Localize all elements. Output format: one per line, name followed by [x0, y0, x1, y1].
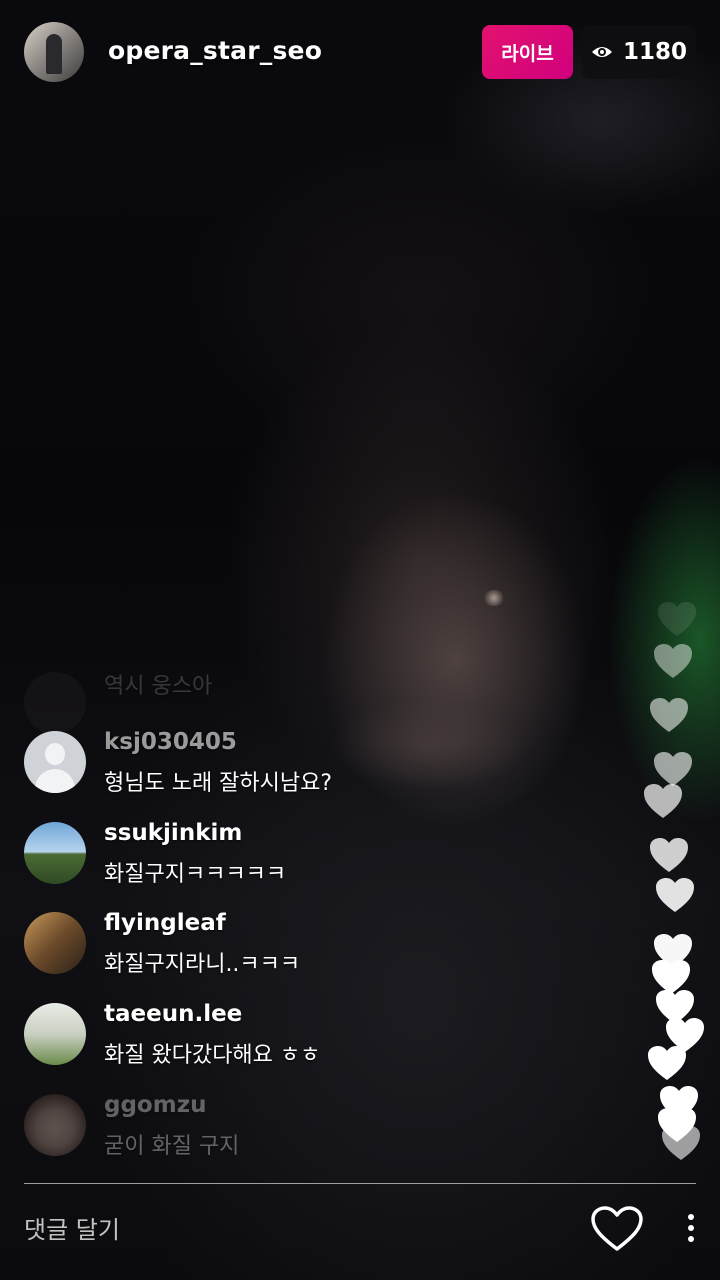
live-header: opera_star_seo 라이브 1180 — [0, 0, 720, 110]
live-badge-label: 라이브 — [501, 42, 554, 65]
comment-text: 화질 왔다갔다해요 ㅎㅎ — [104, 1043, 321, 1068]
host-avatar[interactable] — [24, 22, 84, 82]
floating-heart-icon — [656, 878, 694, 912]
comment-text: 역시 웅스아 — [104, 674, 213, 699]
comment-username[interactable]: taeeun.lee — [104, 1001, 242, 1027]
comment-username[interactable]: ssukjinkim — [104, 820, 242, 846]
viewer-count: 1180 — [622, 39, 687, 65]
comment-avatar[interactable] — [24, 672, 86, 734]
heart-outline-icon[interactable] — [590, 1205, 644, 1253]
comment-input[interactable]: 댓글 달기 — [24, 1210, 120, 1245]
floating-heart-icon — [658, 602, 696, 636]
comment-item: taeeun.lee 화질 왔다갔다해요 ㅎㅎ — [24, 1001, 584, 1083]
comment-username[interactable]: ksj030405 — [104, 729, 237, 755]
comment-item: ssukjinkim 화질구지ㅋㅋㅋㅋㅋ — [24, 820, 584, 902]
more-vertical-icon[interactable] — [676, 1208, 706, 1248]
floating-heart-icon — [644, 784, 682, 818]
comment-avatar[interactable] — [24, 731, 86, 793]
comment-username[interactable]: flyingleaf — [104, 910, 226, 936]
comment-text: 형님도 노래 잘하시남요? — [104, 771, 333, 796]
comment-text: 굳이 화질 구지 — [104, 1134, 240, 1159]
viewer-count-badge[interactable]: 1180 — [582, 25, 696, 79]
comment-text: 화질구지라니..ㅋㅋㅋ — [104, 952, 301, 977]
floating-heart-icon — [662, 1126, 700, 1160]
comment-avatar[interactable] — [24, 1094, 86, 1156]
live-video-frame — [0, 0, 720, 1280]
floating-heart-icon — [650, 838, 688, 872]
comment-avatar[interactable] — [24, 822, 86, 884]
video-glasses-glint — [482, 590, 506, 606]
floating-heart-icon — [654, 644, 692, 678]
eye-icon — [591, 47, 612, 57]
footer-divider — [24, 1183, 696, 1184]
comment-item: ggomzu 굳이 화질 구지 — [24, 1092, 584, 1174]
comment-username[interactable]: ggomzu — [104, 1092, 206, 1118]
comment-item: flyingleaf 화질구지라니..ㅋㅋㅋ — [24, 910, 584, 992]
host-username[interactable]: opera_star_seo — [108, 36, 322, 65]
comment-text: 화질구지ㅋㅋㅋㅋㅋ — [104, 862, 287, 887]
comment-item: ksj030405 형님도 노래 잘하시남요? — [24, 729, 584, 811]
live-badge: 라이브 — [482, 25, 573, 79]
floating-heart-icon — [650, 698, 688, 732]
comment-avatar[interactable] — [24, 912, 86, 974]
floating-heart-icon — [648, 1046, 686, 1080]
comment-avatar[interactable] — [24, 1003, 86, 1065]
